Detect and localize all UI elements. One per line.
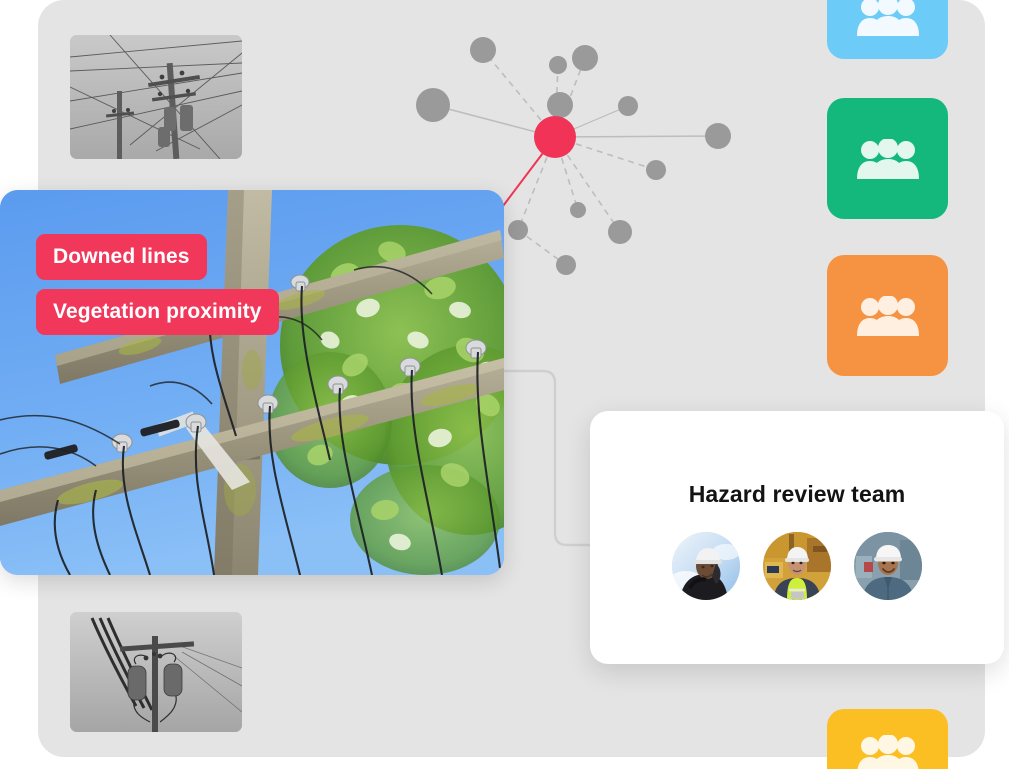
- hazard-photo[interactable]: Downed lines Vegetation proximity: [0, 190, 504, 575]
- utility-pole-thumbnail-bottom[interactable]: [70, 612, 242, 732]
- avatar-worker-1[interactable]: [672, 532, 740, 600]
- utility-pole-thumbnail-top-image: [70, 35, 242, 159]
- avatar-worker-3[interactable]: [854, 532, 922, 600]
- hazard-review-team-title: Hazard review team: [688, 481, 906, 507]
- hazard-badge-downed-lines[interactable]: Downed lines: [36, 234, 207, 280]
- avatar-worker-2-image: [763, 532, 831, 600]
- avatar-row: [672, 532, 922, 600]
- hazard-badges: Downed lines Vegetation proximity: [36, 234, 279, 335]
- group-card-green[interactable]: [827, 98, 948, 219]
- utility-pole-thumbnail-top[interactable]: [70, 35, 242, 159]
- people-group-icon: [856, 734, 919, 769]
- people-group-icon: [856, 138, 919, 179]
- hazard-review-team-card[interactable]: Hazard review team: [590, 411, 1004, 664]
- group-card-yellow[interactable]: [827, 709, 948, 769]
- utility-pole-thumbnail-bottom-image: [70, 612, 242, 732]
- group-card-orange[interactable]: [827, 255, 948, 376]
- hazard-badge-vegetation-proximity[interactable]: Vegetation proximity: [36, 289, 279, 335]
- graph-center-node[interactable]: [534, 116, 576, 158]
- people-group-icon: [856, 295, 919, 336]
- avatar-worker-1-image: [672, 532, 740, 600]
- group-card-blue[interactable]: [827, 0, 948, 59]
- avatar-worker-3-image: [854, 532, 922, 600]
- avatar-worker-2[interactable]: [763, 532, 831, 600]
- screenshot-root: Downed lines Vegetation proximity Hazard…: [0, 0, 1009, 769]
- people-group-icon: [856, 0, 919, 36]
